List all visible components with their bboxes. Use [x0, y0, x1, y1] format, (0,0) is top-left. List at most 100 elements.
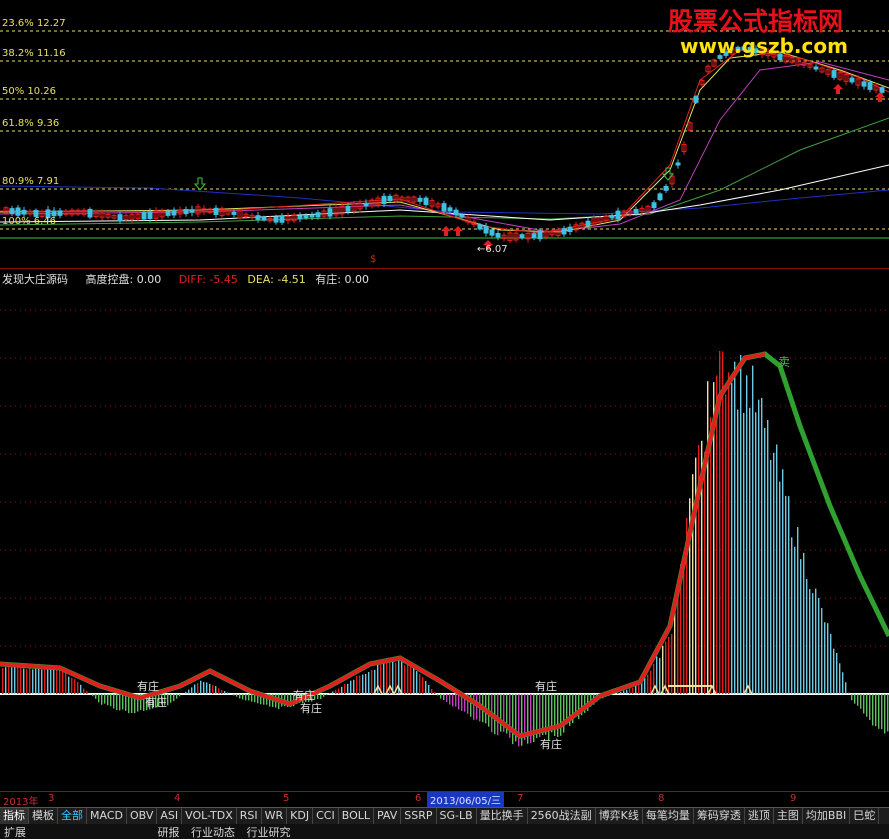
histogram-bar	[635, 685, 637, 694]
candle-body	[303, 214, 309, 219]
histogram-bar	[728, 372, 730, 694]
histogram-bar	[881, 694, 883, 730]
histogram-bar	[407, 664, 409, 694]
tab-indicator[interactable]: PAV	[374, 808, 402, 824]
histogram-bar	[887, 694, 889, 732]
tab-indicator[interactable]: 模板	[29, 808, 58, 824]
tab-indicator[interactable]: 逃顶	[745, 808, 774, 824]
histogram-bar	[92, 694, 94, 697]
tab-indicator[interactable]: KDJ	[287, 808, 314, 824]
candle-body	[147, 211, 153, 219]
histogram-bar	[560, 694, 562, 736]
histogram-bar	[419, 673, 421, 694]
histogram-bar	[347, 683, 349, 694]
histogram-bar	[422, 677, 424, 694]
candle-body	[675, 162, 681, 166]
histogram-bar	[323, 694, 325, 697]
candle-body	[831, 70, 837, 78]
histogram-bar	[800, 559, 802, 694]
candle-body	[363, 202, 369, 207]
tab-indicator[interactable]: 巳蛇	[850, 808, 880, 824]
histogram-bar	[821, 607, 823, 694]
buy-arrow-icon	[875, 92, 885, 102]
candle-body	[9, 208, 15, 214]
tab-indicator[interactable]: OBV	[127, 808, 158, 824]
histogram-bar	[644, 677, 646, 694]
tab-indicator[interactable]: 2560战法副	[528, 808, 596, 824]
histogram-bar	[446, 694, 448, 702]
tab-indicator[interactable]: RSI	[237, 808, 262, 824]
histogram-bar	[239, 694, 241, 699]
histogram-bar	[341, 686, 343, 694]
tab-indicator[interactable]: SSRP	[401, 808, 437, 824]
tab-indicator[interactable]: 主图	[774, 808, 803, 824]
sell-arrow-icon	[193, 177, 207, 191]
candle-body	[477, 224, 483, 230]
histogram-bar	[104, 694, 106, 704]
histogram-bar	[221, 690, 223, 694]
histogram-bar	[782, 469, 784, 694]
histogram-bar	[62, 670, 64, 694]
tab-indicator[interactable]: VOL-TDX	[182, 808, 237, 824]
histogram-bar	[332, 691, 334, 694]
tab-indicator[interactable]: 量比换手	[477, 808, 528, 824]
histogram-bar	[458, 694, 460, 710]
histogram-bar	[242, 694, 244, 700]
histogram-bar	[779, 481, 781, 694]
axis-month-label: 4	[174, 793, 181, 804]
histogram-bar	[794, 546, 796, 694]
candle-body	[255, 215, 261, 220]
histogram-bar	[845, 682, 847, 694]
watermark-title: 股票公式指标网	[668, 7, 844, 36]
histogram-bar	[5, 667, 7, 694]
histogram-bar	[386, 662, 388, 694]
tab-expand[interactable]: 扩展	[0, 824, 30, 839]
tab-industry-news[interactable]: 行业动态	[187, 824, 239, 839]
candle-body	[261, 216, 267, 221]
histogram-bar	[437, 694, 439, 696]
candle-body	[567, 226, 573, 233]
tab-indicator[interactable]: 全部	[58, 808, 87, 824]
histogram-bar	[44, 666, 46, 694]
candle-body	[213, 207, 219, 216]
tab-industry-research[interactable]: 行业研究	[243, 824, 295, 839]
histogram-bar	[866, 694, 868, 717]
candle-body	[231, 211, 237, 215]
tab-research[interactable]: 研报	[154, 824, 184, 839]
histogram-bar	[440, 694, 442, 699]
tab-indicator[interactable]: BOLL	[339, 808, 374, 824]
tab-indicator[interactable]: 博弈K线	[596, 808, 643, 824]
histogram-bar	[878, 694, 880, 729]
tab-indicator[interactable]: 均加BBI	[803, 808, 851, 824]
tab-indicator[interactable]: 每笔均量	[643, 808, 694, 824]
candle-body	[657, 193, 663, 201]
histogram-bar	[746, 375, 748, 694]
histogram-bar	[428, 684, 430, 694]
candle-body	[141, 212, 147, 220]
tab-indicator[interactable]: MACD	[87, 808, 127, 824]
tab-indicator[interactable]: CCI	[313, 808, 339, 824]
histogram-bar	[47, 669, 49, 694]
tab-indicator[interactable]: SG-LB	[437, 808, 477, 824]
candle-body	[171, 210, 177, 216]
tab-indicator[interactable]: ASI	[157, 808, 183, 824]
histogram-bar	[785, 495, 787, 694]
height-control-value: 高度控盘: 0.00	[85, 273, 162, 286]
histogram-bar	[233, 694, 235, 696]
histogram-bar	[623, 690, 625, 694]
pane-separator	[0, 268, 889, 269]
cursor-date-label: 2013/06/05/三	[427, 792, 505, 807]
histogram-bar	[86, 690, 88, 694]
candle-body	[495, 233, 501, 238]
histogram-bar	[83, 688, 85, 694]
tab-indicator[interactable]: 指标	[0, 808, 29, 824]
axis-month-label: 9	[790, 793, 797, 804]
indicator-chart[interactable]	[0, 286, 889, 791]
histogram-bar	[197, 683, 199, 694]
candle-body	[561, 228, 567, 235]
tab-indicator[interactable]: WR	[262, 808, 288, 824]
histogram-bar	[851, 694, 853, 701]
tab-indicator[interactable]: 筹码穿透	[694, 808, 745, 824]
histogram-bar	[413, 667, 415, 694]
histogram-bar	[2, 668, 4, 694]
